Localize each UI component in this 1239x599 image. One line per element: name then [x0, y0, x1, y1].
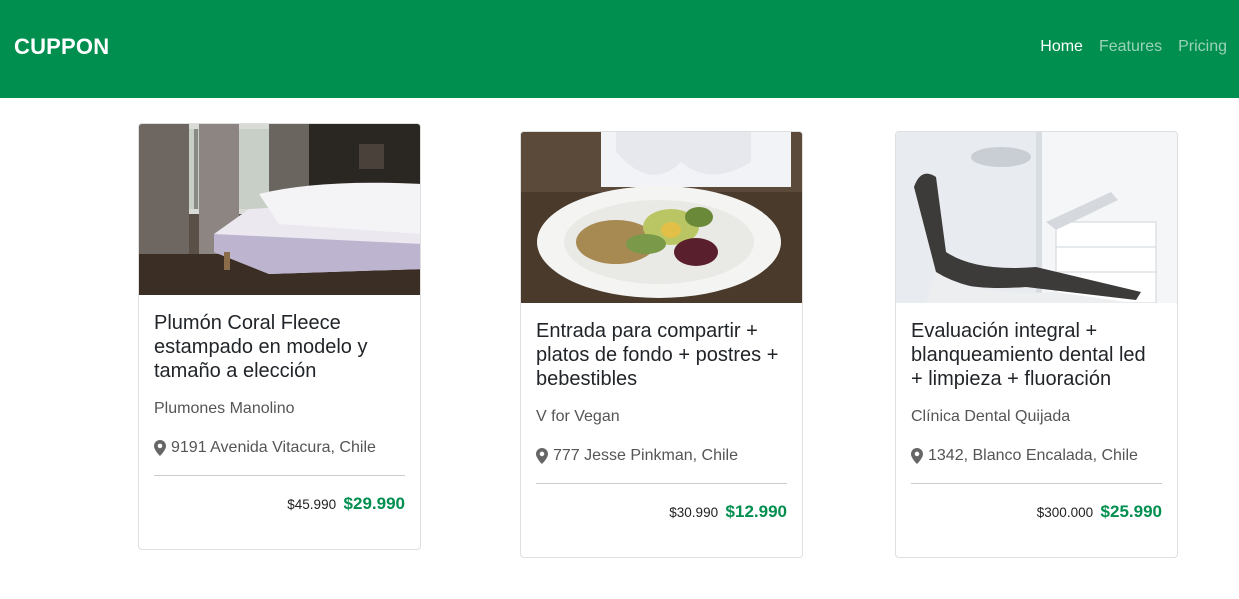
divider	[911, 483, 1162, 484]
deal-card-vegan[interactable]: Entrada para compartir + platos de fondo…	[520, 131, 803, 558]
location: 1342, Blanco Encalada, Chile	[911, 447, 1162, 465]
deal-card-dental[interactable]: Evaluación integral + blanqueamiento den…	[895, 131, 1178, 558]
price-row: $45.990 $29.990	[154, 494, 405, 548]
card-title[interactable]: Plumón Coral Fleece estampado en modelo …	[154, 311, 405, 383]
location: 9191 Avenida Vitacura, Chile	[154, 439, 405, 457]
location: 777 Jesse Pinkman, Chile	[536, 447, 787, 465]
location-text: 777 Jesse Pinkman, Chile	[553, 447, 738, 464]
nav-link-features[interactable]: Features	[1099, 38, 1162, 56]
map-marker-icon	[154, 440, 166, 456]
navbar: CUPPON Home Features Pricing	[0, 0, 1239, 98]
company-name: Clínica Dental Quijada	[911, 408, 1071, 425]
price-row: $300.000 $25.990	[911, 502, 1162, 556]
company-name: V for Vegan	[536, 408, 620, 425]
dental-chair-photo[interactable]	[896, 132, 1177, 303]
card-title[interactable]: Entrada para compartir + platos de fondo…	[536, 319, 787, 391]
location-text: 1342, Blanco Encalada, Chile	[928, 447, 1138, 464]
location-text: 9191 Avenida Vitacura, Chile	[171, 439, 376, 456]
divider	[536, 483, 787, 484]
nav-link-pricing[interactable]: Pricing	[1178, 38, 1227, 56]
new-price: $25.990	[1100, 502, 1162, 521]
company-name: Plumones Manolino	[154, 400, 295, 417]
bedroom-photo[interactable]	[139, 124, 420, 295]
nav-links: Home Features Pricing	[1040, 38, 1227, 56]
new-price: $12.990	[725, 502, 787, 521]
price-row: $30.990 $12.990	[536, 502, 787, 556]
nav-link-home[interactable]: Home	[1040, 38, 1083, 56]
old-price: $300.000	[1036, 505, 1094, 520]
deal-card-bedding[interactable]: Plumón Coral Fleece estampado en modelo …	[138, 123, 421, 550]
old-price: $30.990	[669, 505, 719, 520]
brand-logo[interactable]: CUPPON	[14, 34, 109, 60]
old-price: $45.990	[287, 497, 337, 512]
divider	[154, 475, 405, 476]
map-marker-icon	[911, 448, 923, 464]
vegan-salad-photo[interactable]	[521, 132, 802, 303]
map-marker-icon	[536, 448, 548, 464]
new-price: $29.990	[343, 494, 405, 513]
card-title[interactable]: Evaluación integral + blanqueamiento den…	[911, 319, 1162, 391]
